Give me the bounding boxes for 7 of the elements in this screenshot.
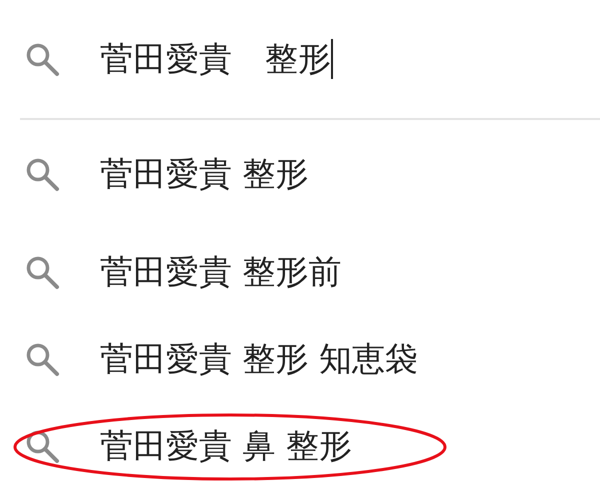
search-icon [24, 156, 60, 192]
search-field[interactable]: 菅田愛貴 整形 [0, 0, 600, 118]
suggestion-item[interactable]: 菅田愛貴 整形前 [100, 246, 342, 296]
suggestion-item[interactable]: 菅田愛貴 鼻 整形 [100, 420, 352, 470]
search-icon [24, 41, 60, 77]
suggestion-item[interactable]: 菅田愛貴 整形 [100, 149, 308, 199]
suggestion-item[interactable]: 菅田愛貴 整形 知恵袋 [100, 334, 418, 384]
